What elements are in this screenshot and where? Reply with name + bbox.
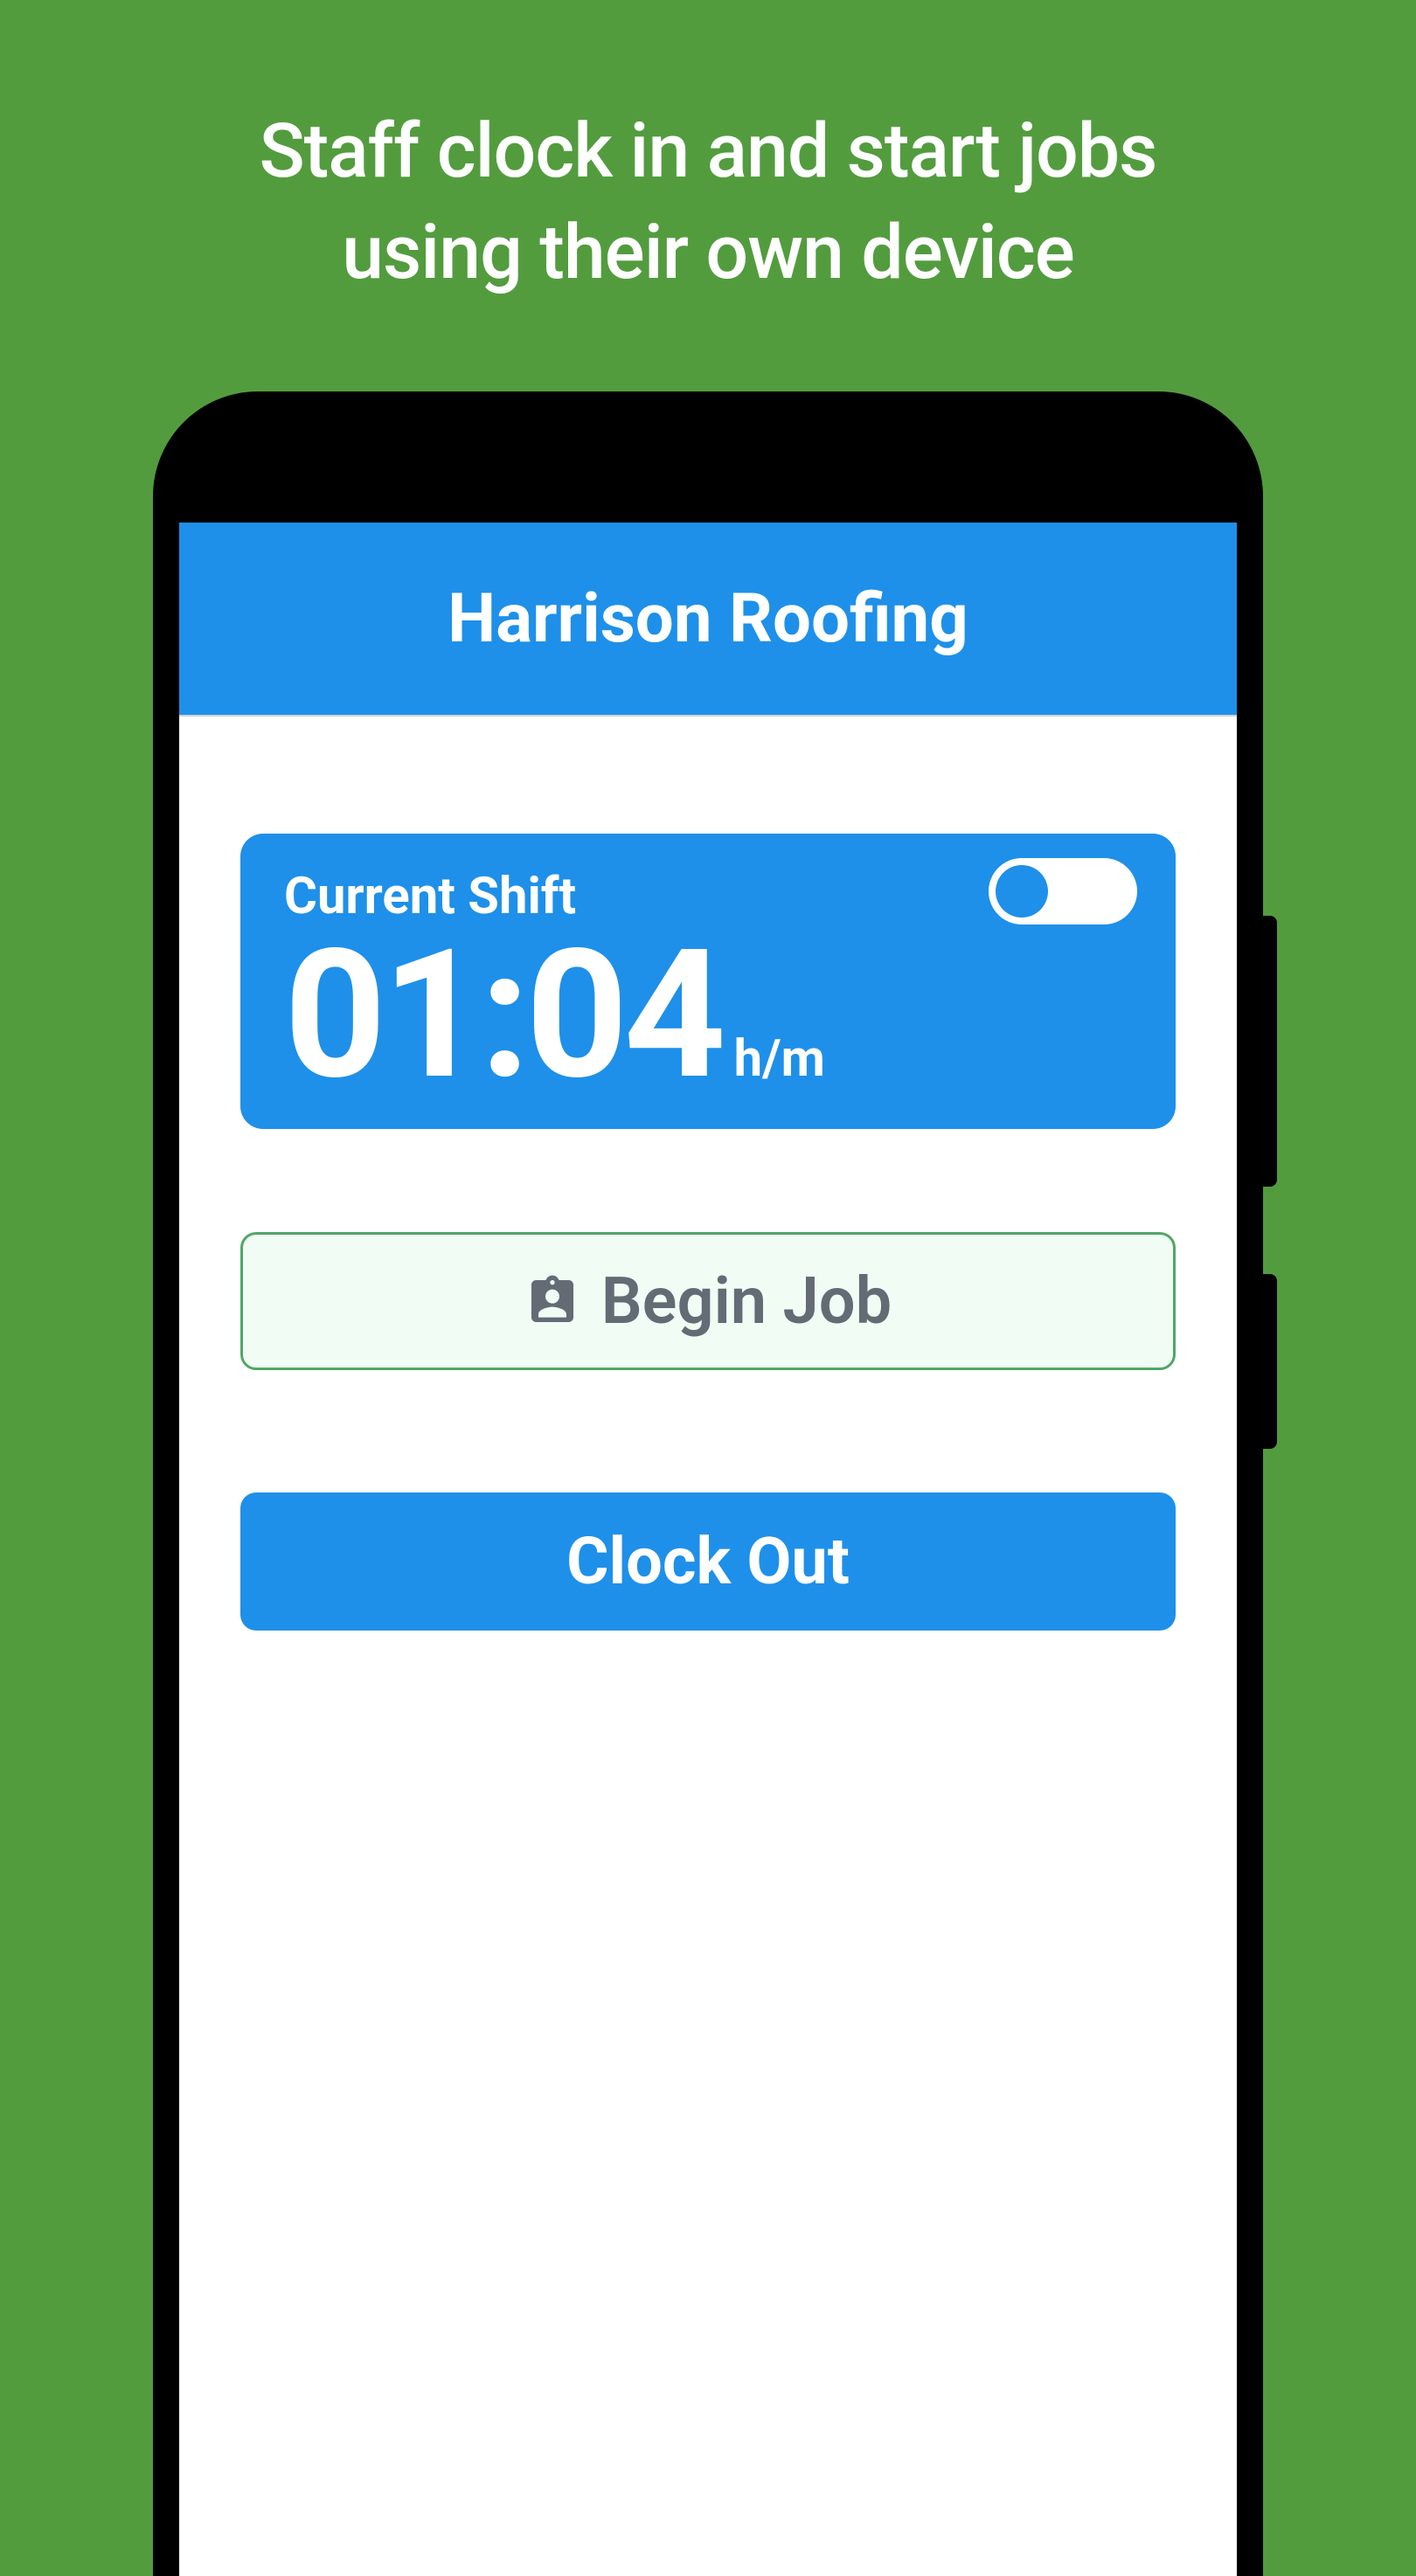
app-title: Harrison Roofing (448, 579, 968, 659)
app-header: Harrison Roofing (179, 523, 1237, 717)
current-shift-card: Current Shift 01:04 h/m (240, 834, 1176, 1129)
toggle-knob (996, 865, 1048, 918)
phone-side-button (1263, 916, 1277, 1187)
begin-job-button[interactable]: Begin Job (240, 1232, 1176, 1370)
clock-out-button[interactable]: Clock Out (240, 1492, 1176, 1631)
phone-frame: Harrison Roofing Current Shift 01:04 h/m (153, 391, 1263, 2576)
assignment-person-icon (524, 1273, 580, 1329)
shift-time-value: 01:04 (284, 926, 722, 1104)
shift-time-unit: h/m (734, 1029, 825, 1096)
clock-out-label: Clock Out (566, 1524, 850, 1600)
phone-side-button (1263, 1274, 1277, 1449)
promo-headline: Staff clock in and start jobs using thei… (0, 0, 1416, 303)
begin-job-label: Begin Job (601, 1264, 892, 1340)
phone-screen: Harrison Roofing Current Shift 01:04 h/m (179, 523, 1237, 2576)
app-content: Current Shift 01:04 h/m Begin Job Clock … (179, 717, 1237, 1631)
shift-time-row: 01:04 h/m (284, 926, 1132, 1104)
shift-toggle[interactable] (989, 858, 1137, 924)
